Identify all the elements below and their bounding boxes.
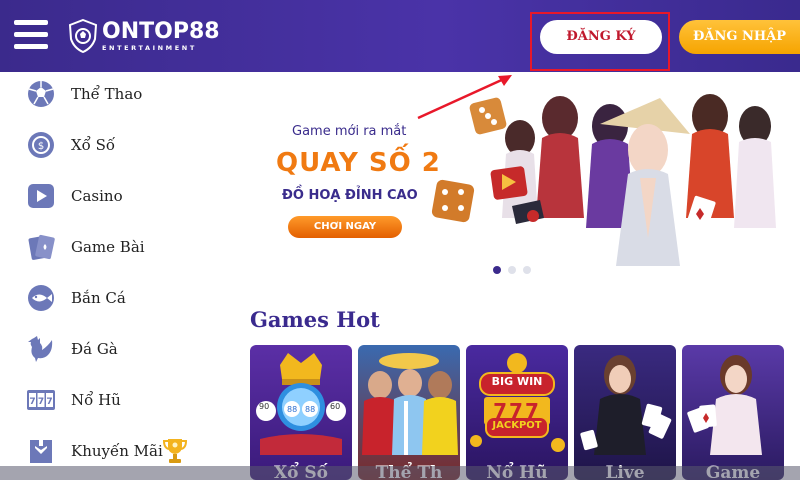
- play-now-button[interactable]: CHƠI NGAY: [288, 216, 402, 238]
- play-icon: [28, 184, 54, 208]
- banner-subtitle: Game mới ra mắt: [292, 124, 407, 139]
- highlight-box: [530, 12, 670, 71]
- svg-text:$: $: [38, 141, 44, 152]
- lottery-coin-icon: $: [28, 132, 54, 158]
- sidebar-item-label: Casino: [71, 187, 123, 205]
- section-heading: Games Hot: [250, 307, 380, 332]
- svg-text:7: 7: [46, 397, 52, 407]
- logo-text: ONTOP88: [102, 18, 220, 44]
- sidebar-item-label: Xổ Số: [71, 136, 116, 154]
- games-hot-list: 90 88 88 60 Xổ Số Thể Th BIG WIN 777: [250, 345, 800, 480]
- sidebar-item-promotions[interactable]: Khuyến Mãi: [0, 431, 230, 471]
- hostess-illustration: [502, 94, 776, 266]
- slot-777-icon: 7 7 7: [27, 390, 55, 410]
- svg-text:7: 7: [29, 397, 35, 407]
- promo-banner[interactable]: Game mới ra mắt QUAY SỐ 2 ĐỒ HOẠ ĐỈNH CA…: [250, 78, 800, 266]
- top-header: ONTOP88 ENTERTAINMENT ĐĂNG KÝ ĐĂNG NHẬP: [0, 0, 800, 72]
- banner-title: QUAY SỐ 2: [276, 148, 441, 178]
- carousel-dot[interactable]: [493, 266, 501, 274]
- bottom-overlay: [0, 466, 800, 480]
- sidebar-item-sports[interactable]: Thể Thao: [0, 74, 230, 114]
- game-card-live[interactable]: Live: [574, 345, 676, 480]
- big-win-badge: BIG WIN: [491, 375, 543, 388]
- logo-subtext: ENTERTAINMENT: [102, 43, 197, 52]
- carousel-dot[interactable]: [508, 266, 516, 274]
- sidebar-item-label: Nổ Hũ: [71, 391, 121, 409]
- gift-icon: [30, 440, 52, 463]
- dice-icon: [469, 97, 507, 135]
- carousel-dots: [493, 266, 531, 274]
- carousel-dot[interactable]: [523, 266, 531, 274]
- fish-icon: [28, 285, 54, 311]
- svg-text:7: 7: [38, 397, 44, 407]
- game-card-sports[interactable]: Thể Th: [358, 345, 460, 480]
- game-card-slots[interactable]: BIG WIN 777 JACKPOT Nổ Hũ: [466, 345, 568, 480]
- login-button[interactable]: ĐĂNG NHẬP: [679, 20, 800, 54]
- sidebar-item-label: Thể Thao: [71, 85, 143, 103]
- site-logo[interactable]: ONTOP88 ENTERTAINMENT: [68, 16, 220, 56]
- lottery-ball: 90: [259, 402, 270, 411]
- soccer-ball-icon: [28, 81, 54, 107]
- sidebar-item-label: Khuyến Mãi: [71, 442, 163, 460]
- jackpot-badge: JACKPOT: [492, 420, 542, 431]
- logo-shield-icon: [68, 19, 98, 53]
- cards-icon: [28, 234, 55, 260]
- sidebar-item-label: Đá Gà: [71, 340, 118, 358]
- game-card-lottery[interactable]: 90 88 88 60 Xổ Số: [250, 345, 352, 480]
- rooster-icon: [28, 336, 53, 362]
- sidebar-item-slots[interactable]: 7 7 7 Nổ Hũ: [0, 380, 230, 420]
- lottery-ball: 88: [287, 405, 298, 414]
- sidebar: Thể Thao $ Xổ Số Casino Game Bài Bắn Cá …: [0, 72, 230, 480]
- game-card-game[interactable]: Game: [682, 345, 784, 480]
- trophy-icon: [162, 439, 188, 463]
- sidebar-item-fishing[interactable]: Bắn Cá: [0, 278, 230, 318]
- sidebar-item-label: Game Bài: [71, 238, 145, 256]
- lottery-ball: 88: [305, 405, 316, 414]
- hamburger-menu-icon[interactable]: [14, 20, 48, 50]
- lottery-ball: 60: [330, 402, 341, 411]
- sidebar-item-casino[interactable]: Casino: [0, 176, 230, 216]
- sidebar-item-label: Bắn Cá: [71, 289, 126, 307]
- dice-icon: [431, 179, 475, 223]
- sidebar-item-card-games[interactable]: Game Bài: [0, 227, 230, 267]
- banner-tagline: ĐỒ HOẠ ĐỈNH CAO: [282, 188, 418, 203]
- sidebar-item-lottery[interactable]: $ Xổ Số: [0, 125, 230, 165]
- sidebar-item-cockfight[interactable]: Đá Gà: [0, 329, 230, 369]
